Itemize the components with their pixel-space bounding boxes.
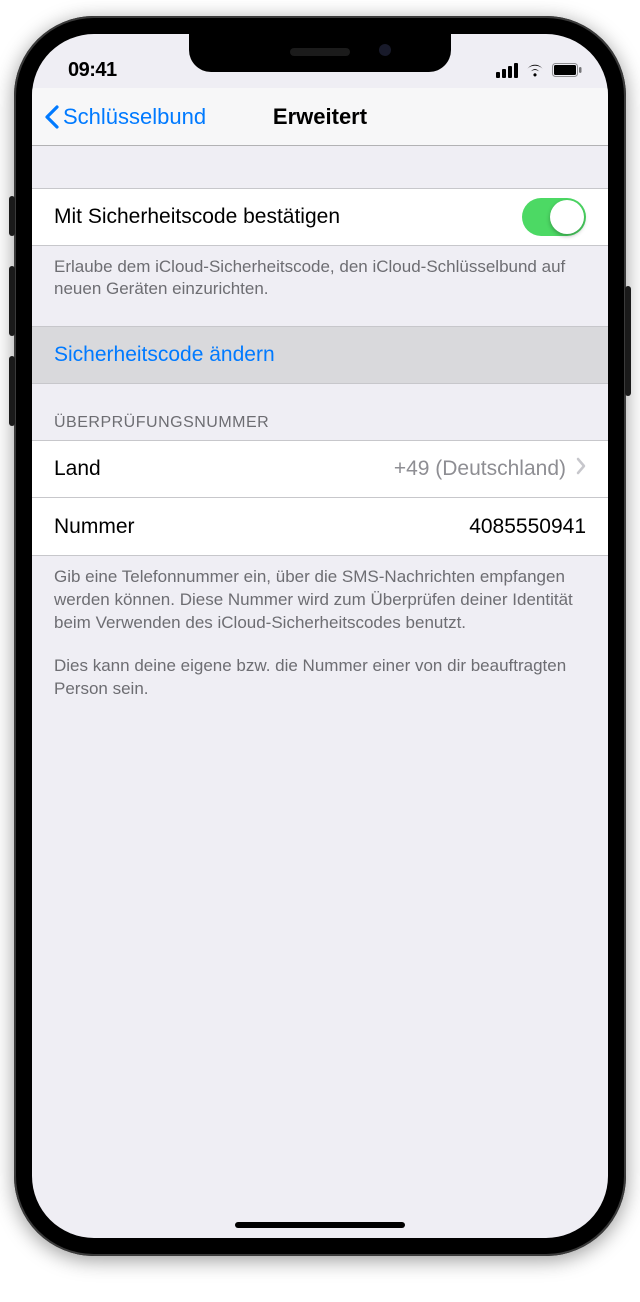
home-indicator[interactable] bbox=[235, 1222, 405, 1228]
device-frame: 09:41 Schlüsselbund Erweitert Mit Sich bbox=[14, 16, 626, 1256]
number-label: Nummer bbox=[54, 515, 135, 539]
nav-bar: Schlüsselbund Erweitert bbox=[32, 88, 608, 146]
back-button[interactable]: Schlüsselbund bbox=[32, 104, 206, 130]
number-value: 4085550941 bbox=[469, 515, 586, 539]
battery-icon bbox=[552, 63, 582, 77]
chevron-left-icon bbox=[44, 105, 59, 129]
back-label: Schlüsselbund bbox=[63, 104, 206, 130]
country-value: +49 (Deutschland) bbox=[394, 457, 566, 481]
volume-up-button bbox=[9, 266, 15, 336]
status-time: 09:41 bbox=[32, 59, 117, 82]
chevron-right-icon bbox=[576, 457, 586, 481]
country-cell[interactable]: Land +49 (Deutschland) bbox=[32, 440, 608, 498]
cellular-icon bbox=[496, 63, 518, 78]
security-code-toggle-cell[interactable]: Mit Sicherheitscode bestätigen bbox=[32, 188, 608, 246]
toggle-switch[interactable] bbox=[522, 198, 586, 236]
verification-footer-para2: Dies kann deine eigene bzw. die Nummer e… bbox=[54, 655, 586, 701]
security-code-toggle-label: Mit Sicherheitscode bestätigen bbox=[54, 205, 340, 229]
country-label: Land bbox=[54, 457, 101, 481]
security-code-footer: Erlaube dem iCloud-Sicherheitscode, den … bbox=[32, 246, 608, 300]
notch bbox=[189, 34, 451, 72]
verification-footer: Gib eine Telefonnummer ein, über die SMS… bbox=[32, 556, 608, 711]
verification-number-header: ÜBERPRÜFUNGSNUMMER bbox=[32, 384, 608, 440]
number-cell[interactable]: Nummer 4085550941 bbox=[32, 498, 608, 556]
mute-switch bbox=[9, 196, 15, 236]
change-security-code-label: Sicherheitscode ändern bbox=[54, 343, 275, 367]
wifi-icon bbox=[524, 62, 546, 78]
change-security-code-cell[interactable]: Sicherheitscode ändern bbox=[32, 326, 608, 384]
power-button bbox=[625, 286, 631, 396]
page-title: Erweitert bbox=[273, 104, 367, 130]
verification-footer-para1: Gib eine Telefonnummer ein, über die SMS… bbox=[54, 566, 586, 635]
status-icons bbox=[496, 62, 608, 78]
volume-down-button bbox=[9, 356, 15, 426]
screen: 09:41 Schlüsselbund Erweitert Mit Sich bbox=[32, 34, 608, 1238]
